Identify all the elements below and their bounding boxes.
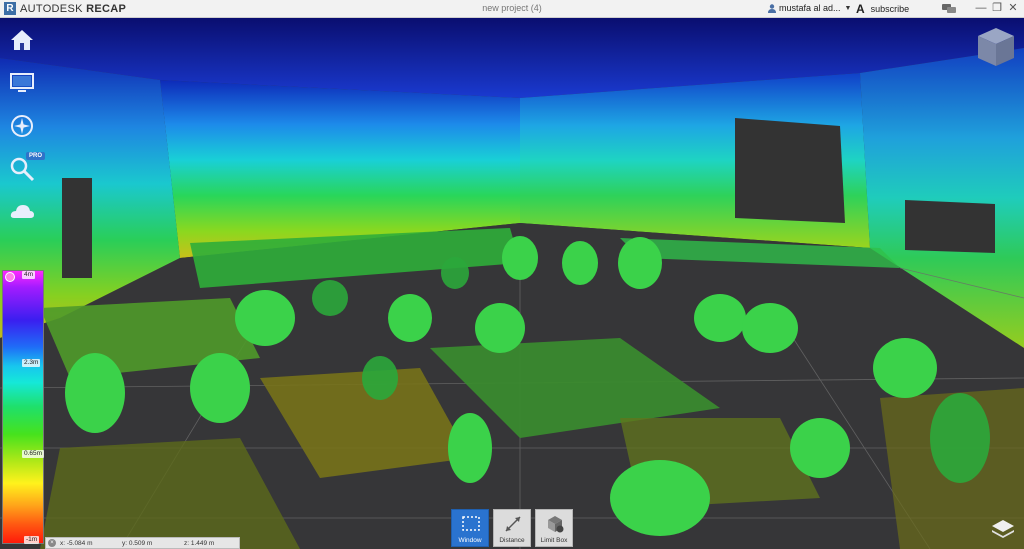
elevation-legend: 4m 2.3m 0.65m -1m [2, 270, 45, 546]
close-icon[interactable]: ✕ [1006, 1, 1020, 15]
restore-icon[interactable]: ❐ [990, 1, 1004, 15]
legend-bottom-label: -1m [24, 536, 40, 544]
cloud-icon [10, 205, 35, 218]
coord-z: z: 1.449 m [184, 540, 215, 547]
window-select-button[interactable]: Window [451, 509, 489, 547]
close-icon[interactable]: × [48, 539, 56, 547]
legend-mid2-label: 0.65m [22, 450, 45, 458]
pro-badge: PRO [26, 152, 46, 160]
search-button[interactable]: PRO [8, 152, 46, 183]
point-cloud-scene [0, 18, 1024, 549]
point-cloud-viewport[interactable]: PRO 4m 2.3m 0.65m -1m × x: -5.084 m y: 0… [0, 18, 1024, 549]
window-controls: — ❐ ✕ [974, 1, 1020, 15]
title-bar: R AUTODESK RECAP new project (4) mustafa… [0, 0, 1024, 18]
autodesk-a-icon: A [856, 2, 865, 16]
subscribe-menu[interactable]: A subscribe ▼ [856, 2, 954, 16]
legend-top-label: 4m [22, 271, 36, 279]
minimize-icon[interactable]: — [974, 1, 988, 15]
user-icon [768, 3, 776, 13]
distance-label: Distance [499, 537, 525, 544]
limit-box-label: Limit Box [540, 537, 568, 544]
distance-icon [505, 516, 521, 532]
cloud-button[interactable] [8, 198, 36, 226]
monitor-icon [10, 73, 34, 92]
user-menu[interactable]: mustafa al ad... ▼ [768, 3, 851, 13]
home-button[interactable] [8, 26, 36, 54]
limit-box-button[interactable]: Limit Box [535, 509, 573, 547]
display-settings-button[interactable] [8, 69, 36, 97]
coord-x: x: -5.084 m [60, 540, 93, 547]
selection-toolbar: Window Distance Limit Box [451, 509, 573, 547]
window-label: Window [458, 537, 482, 544]
coord-y: y: 0.509 m [122, 540, 153, 547]
feedback-icon[interactable] [941, 2, 957, 16]
layers-icon[interactable] [990, 518, 1016, 542]
left-navigation: PRO [8, 26, 46, 241]
elevation-color-ramp [2, 270, 44, 544]
limit-box-icon [548, 516, 564, 533]
legend-toggle-icon[interactable] [5, 272, 15, 282]
navigation-button[interactable] [8, 112, 36, 140]
user-name: mustafa al ad... [779, 3, 841, 13]
view-cube-icon[interactable] [976, 26, 1016, 68]
home-icon [11, 30, 33, 50]
chevron-down-icon: ▼ [844, 4, 852, 12]
coordinate-readout: × x: -5.084 m y: 0.509 m z: 1.449 m [45, 537, 240, 549]
distance-button[interactable]: Distance [493, 509, 531, 547]
subscribe-label: subscribe [870, 4, 910, 14]
window-select-icon [462, 516, 480, 531]
compass-icon [11, 115, 33, 137]
legend-mid1-label: 2.3m [22, 359, 41, 367]
